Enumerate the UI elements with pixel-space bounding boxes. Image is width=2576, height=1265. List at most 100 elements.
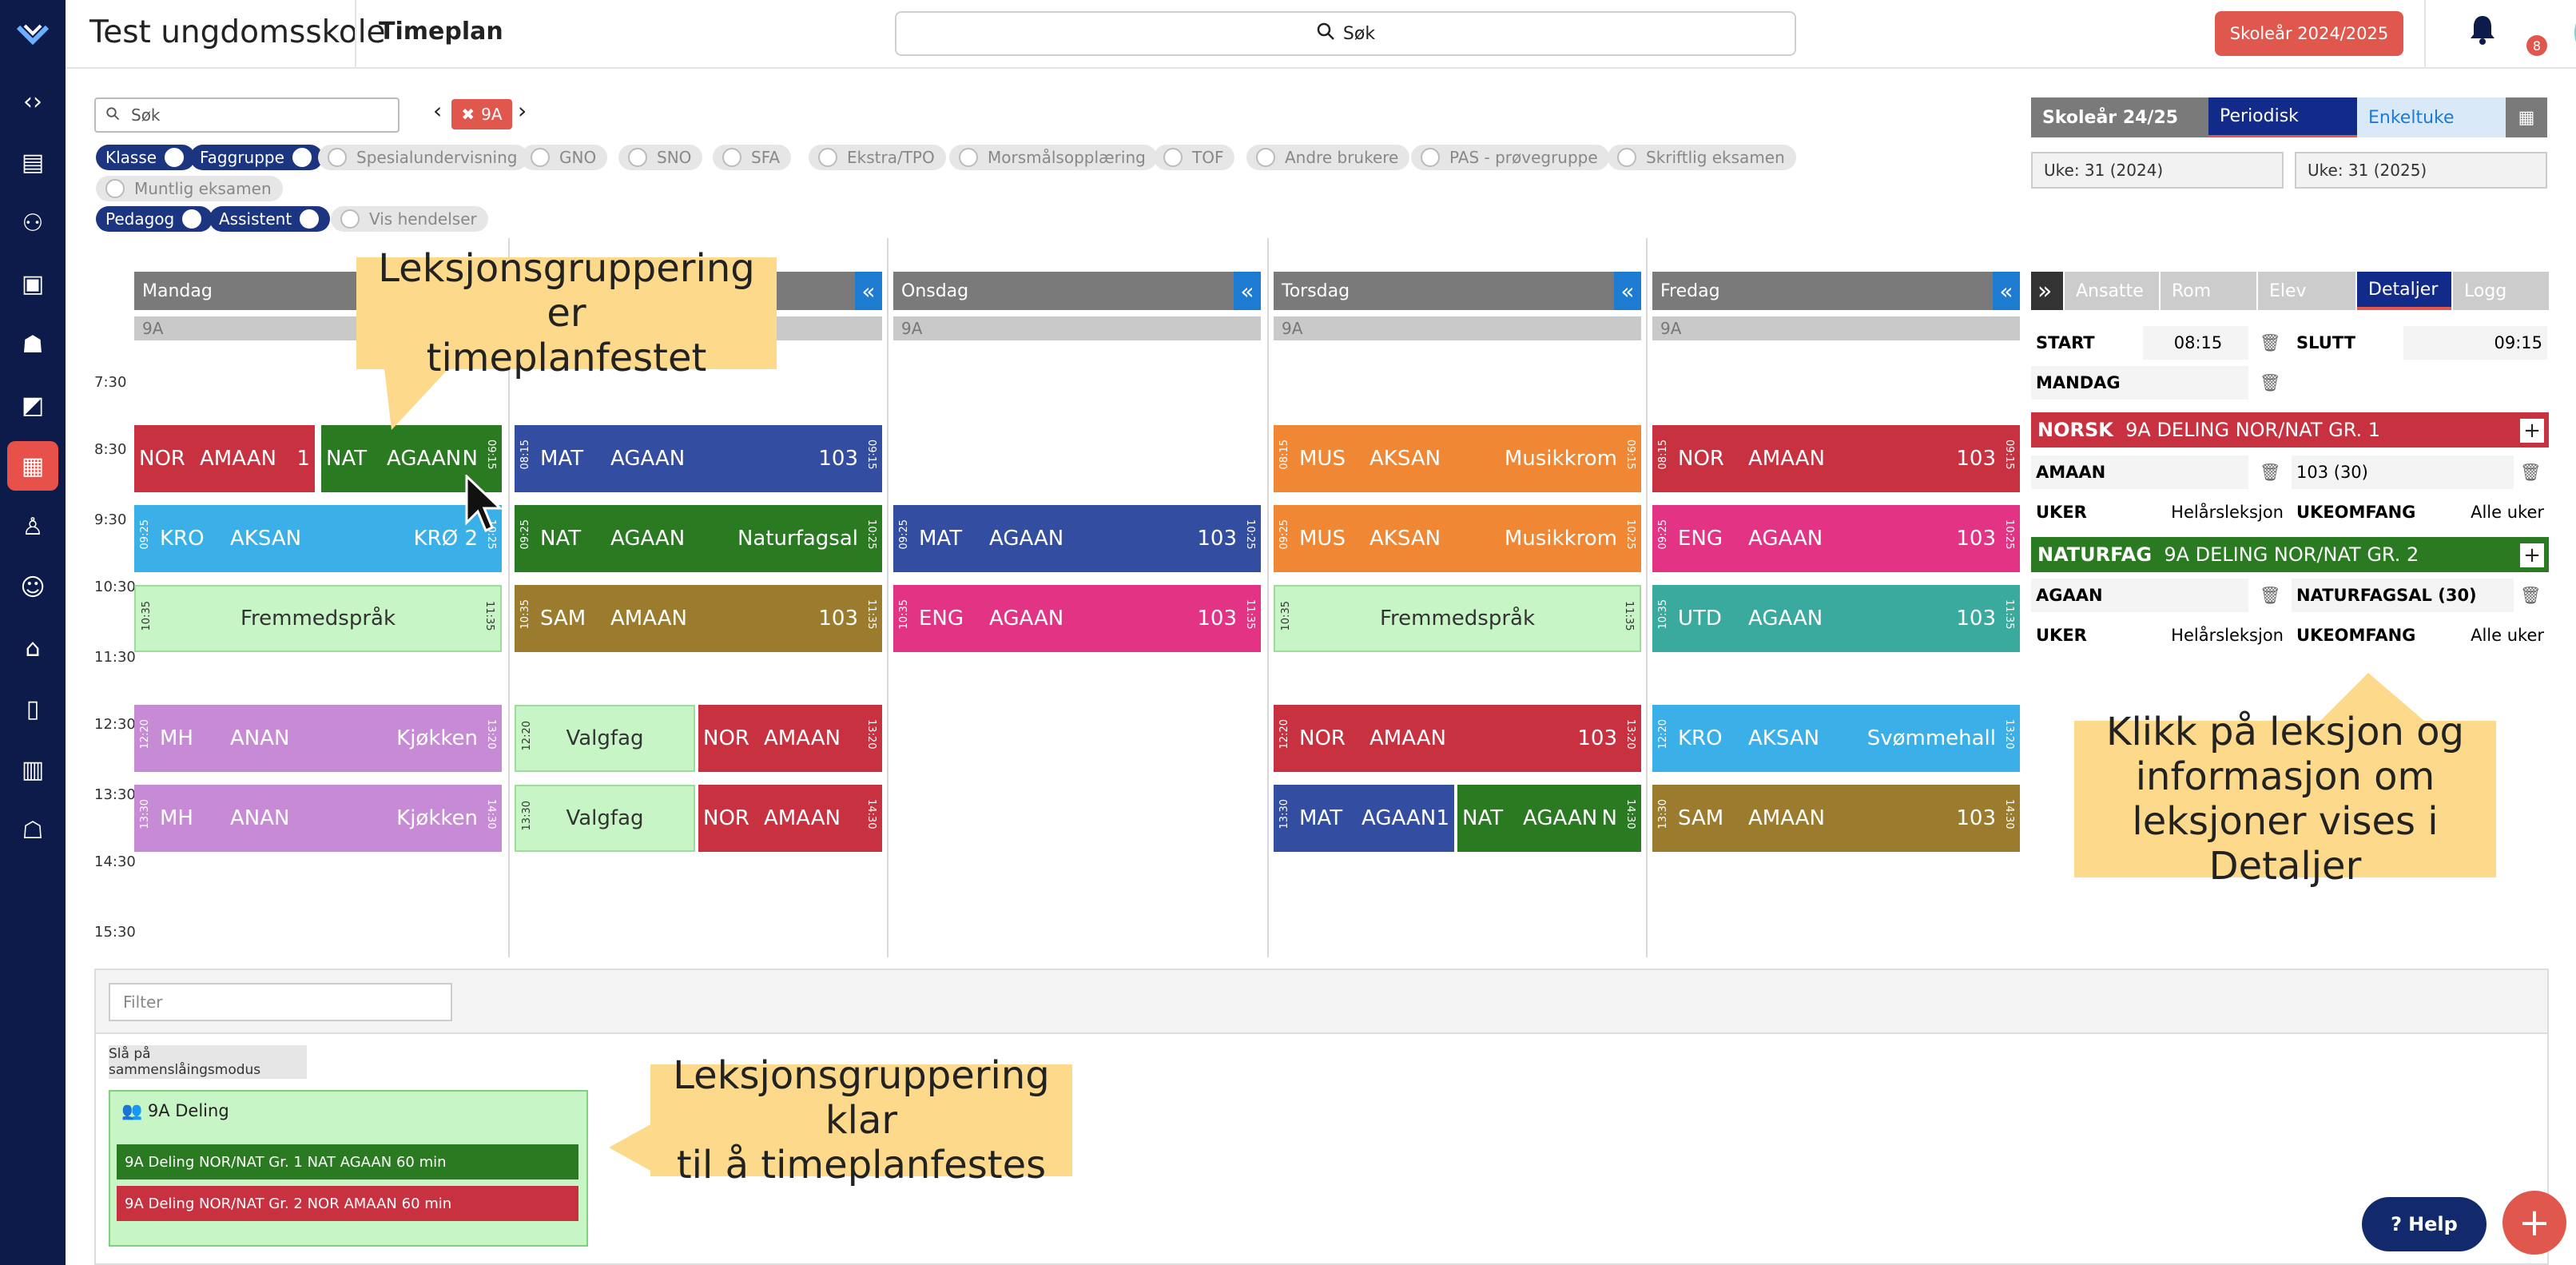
toggle-vis-hendelser[interactable]: Vis hendelser — [331, 206, 488, 232]
expand-icon[interactable]: » — [2031, 272, 2063, 310]
grid-icon[interactable]: ▦ — [2506, 97, 2547, 137]
lesson-block[interactable]: 13:30 MAT AGAAN 1 — [1274, 785, 1454, 852]
trash-icon[interactable]: 🗑 — [2255, 579, 2287, 612]
chart-share-icon[interactable]: ◩ — [7, 380, 58, 430]
trash-icon[interactable]: 🗑 — [2255, 326, 2287, 360]
lesson-group-card[interactable]: 👥 9A Deling 9A Deling NOR/NAT Gr. 1 NAT … — [109, 1090, 588, 1247]
org-icon[interactable]: ☖ — [7, 806, 58, 855]
close-icon[interactable]: ✖ — [461, 105, 475, 124]
lesson-block[interactable]: 14:30 NOR AMAAN — [698, 785, 882, 852]
code-icon[interactable]: ‹› — [7, 77, 58, 126]
toggle-muntlig[interactable]: Muntlig eksamen — [96, 176, 283, 201]
student-icon[interactable]: ☺ — [7, 563, 58, 612]
group-lesson-item[interactable]: 9A Deling NOR/NAT Gr. 2 NOR AMAAN 60 min — [117, 1186, 578, 1221]
toggle-klasse[interactable]: Klasse — [96, 145, 196, 170]
logo-icon[interactable] — [7, 10, 58, 59]
toggle-tof[interactable]: TOF — [1154, 145, 1235, 170]
lesson-block[interactable]: 12:20 13:20 MH ANAN Kjøkken — [134, 705, 502, 772]
toggle-ekstra-tpo[interactable]: Ekstra/TPO — [809, 145, 946, 170]
lesson-block[interactable]: 13:30 14:30 MH ANAN Kjøkken — [134, 785, 502, 852]
help-button[interactable]: ? Help — [2362, 1197, 2487, 1251]
week-from-field[interactable]: Uke: 31 (2024) — [2031, 152, 2284, 189]
lesson-block[interactable]: 10:35 11:35 UTD AGAAN 103 — [1652, 585, 2020, 652]
toggle-spesialundervisning[interactable]: Spesialundervisning — [318, 145, 529, 170]
timetable-icon[interactable]: ▦ — [7, 441, 58, 491]
lesson-block[interactable]: 13:20 NOR AMAAN — [698, 705, 882, 772]
day-field[interactable]: MANDAG — [2031, 366, 2248, 400]
teacher-field[interactable]: AMAAN — [2031, 455, 2248, 489]
subject-naturfag[interactable]: NATURFAG 9A DELING NOR/NAT GR. 2 + — [2031, 537, 2549, 572]
add-button[interactable]: + — [2502, 1191, 2566, 1255]
filter-input[interactable]: Filter — [109, 983, 452, 1021]
plus-icon[interactable]: + — [2520, 419, 2544, 443]
end-time[interactable]: 09:15 — [2403, 326, 2547, 360]
subject-norsk[interactable]: NORSK 9A DELING NOR/NAT GR. 1 + — [2031, 412, 2549, 448]
trash-icon[interactable]: 🗑 — [2515, 579, 2547, 612]
lesson-block[interactable]: 08:15 09:15 NOR AMAAN 103 — [1652, 425, 2020, 492]
lesson-block[interactable]: NOR AMAAN 1 — [134, 425, 315, 492]
toggle-sfa[interactable]: SFA — [713, 145, 792, 170]
chevron-left-icon[interactable]: ‹ — [433, 97, 442, 124]
tab-enkeltuke[interactable]: Enkeltuke — [2357, 97, 2506, 137]
bar-chart-icon[interactable]: ▥ — [7, 745, 58, 794]
lesson-block[interactable]: 09:25 10:25 MAT AGAAN 103 — [893, 505, 1261, 572]
people-icon[interactable]: ⚇ — [7, 198, 58, 248]
room-field[interactable]: NATURFAGSAL (30) — [2292, 579, 2514, 612]
toggle-gno[interactable]: GNO — [521, 145, 608, 170]
room-field[interactable]: 103 (30) — [2292, 455, 2514, 489]
tab-detaljer[interactable]: Detaljer — [2357, 272, 2451, 310]
lesson-block[interactable]: 13:30 Valgfag — [515, 785, 695, 852]
lesson-block[interactable]: 14:30 NAT AGAAN N — [1457, 785, 1641, 852]
toggle-pedagog[interactable]: Pedagog — [96, 206, 213, 232]
tab-logg[interactable]: Logg — [2453, 272, 2549, 310]
tab-ansatte[interactable]: Ansatte — [2065, 272, 2159, 310]
teacher-field[interactable]: AGAAN — [2031, 579, 2248, 612]
lesson-block[interactable]: 10:35 11:35 Fremmedspråk — [1274, 585, 1641, 652]
search-input[interactable]: Søk — [94, 97, 400, 133]
toggle-skriftlig[interactable]: Skriftlig eksamen — [1608, 145, 1796, 170]
tab-periodisk[interactable]: Periodisk — [2208, 97, 2357, 137]
lesson-block[interactable]: 09:25 10:25 KRO AKSAN KRØ 2 — [134, 505, 502, 572]
plus-icon[interactable]: + — [2520, 543, 2544, 567]
lesson-block[interactable]: 12:20 Valgfag — [515, 705, 695, 772]
trash-icon[interactable]: 🗑 — [2515, 455, 2547, 489]
tab-elev[interactable]: Elev — [2258, 272, 2355, 310]
list-icon[interactable]: ▤ — [7, 137, 58, 187]
toggle-sno[interactable]: SNO — [618, 145, 703, 170]
merge-mode-button[interactable]: Slå på sammenslåingsmodus — [109, 1045, 307, 1079]
collapse-icon[interactable]: « — [1993, 272, 2020, 310]
lesson-block[interactable]: 10:35 11:35 Fremmedspråk — [134, 585, 502, 652]
lesson-block[interactable]: 10:35 11:35 ENG AGAAN 103 — [893, 585, 1261, 652]
toggle-andre-brukere[interactable]: Andre brukere — [1246, 145, 1410, 170]
toggle-morsmal[interactable]: Morsmålsopplæring — [949, 145, 1157, 170]
bell-icon[interactable] — [2463, 14, 2502, 54]
tab-skolear[interactable]: Skoleår 24/25 — [2031, 97, 2208, 137]
chevron-right-icon[interactable]: › — [518, 97, 527, 124]
class-filter-tag[interactable]: ✖ 9A — [451, 99, 512, 129]
group-lesson-item[interactable]: 9A Deling NOR/NAT Gr. 1 NAT AGAAN 60 min — [117, 1144, 578, 1179]
lesson-block[interactable]: 08:15 09:15 MUS AKSAN Musikkrom — [1274, 425, 1641, 492]
groups-icon[interactable]: ☗ — [7, 320, 58, 369]
lesson-block[interactable]: 09:25 10:25 ENG AGAAN 103 — [1652, 505, 2020, 572]
collapse-icon[interactable]: « — [855, 272, 882, 310]
collapse-icon[interactable]: « — [1614, 272, 1641, 310]
trash-icon[interactable]: 🗑 — [2255, 366, 2287, 400]
lesson-block[interactable]: 12:20 13:20 NOR AMAAN 103 — [1274, 705, 1641, 772]
tab-rom[interactable]: Rom — [2161, 272, 2256, 310]
lesson-block[interactable]: 08:15 09:15 MAT AGAAN 103 — [515, 425, 882, 492]
week-to-field[interactable]: Uke: 31 (2025) — [2295, 152, 2547, 189]
lesson-block[interactable]: 09:25 10:25 MUS AKSAN Musikkrom — [1274, 505, 1641, 572]
start-time[interactable]: 08:15 — [2143, 326, 2248, 360]
badge-icon[interactable]: ▣ — [7, 259, 58, 308]
toggle-assistent[interactable]: Assistent — [209, 206, 331, 232]
lesson-block[interactable]: 13:30 14:30 SAM AMAAN 103 — [1652, 785, 2020, 852]
lesson-block[interactable]: 09:25 10:25 NAT AGAAN Naturfagsal — [515, 505, 882, 572]
toggle-pas[interactable]: PAS - prøvegruppe — [1411, 145, 1609, 170]
trash-icon[interactable]: 🗑 — [2255, 455, 2287, 489]
lesson-block[interactable]: 12:20 13:20 KRO AKSAN Svømmehall — [1652, 705, 2020, 772]
document-icon[interactable]: ▯ — [7, 684, 58, 734]
toggle-faggruppe[interactable]: Faggruppe — [190, 145, 323, 170]
global-search[interactable]: Søk — [895, 11, 1796, 56]
school-year-button[interactable]: Skoleår 2024/2025 — [2215, 11, 2403, 56]
collapse-icon[interactable]: « — [1234, 272, 1261, 310]
